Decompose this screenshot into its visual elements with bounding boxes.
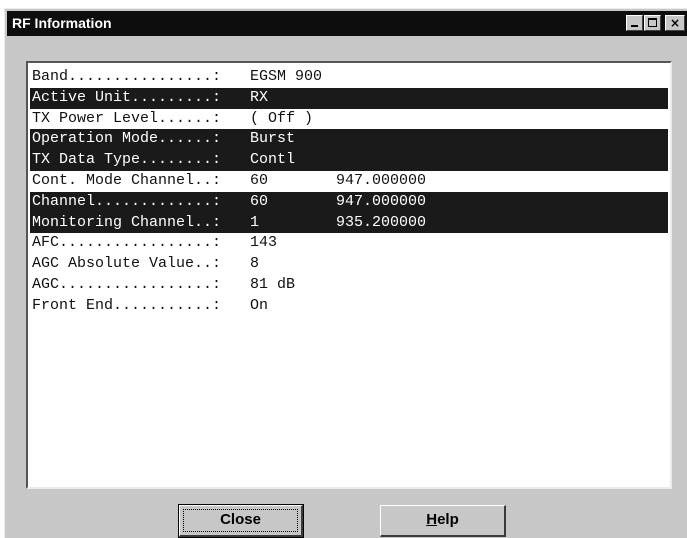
list-item[interactable]: AGC Absolute Value..: 8	[30, 254, 668, 275]
help-button-label: elp	[437, 511, 459, 528]
list-item-label: AGC Absolute Value..:	[32, 255, 222, 273]
list-item-label: Monitoring Channel..:	[32, 213, 222, 231]
list-item[interactable]: Cont. Mode Channel..: 60 947.000000	[30, 171, 668, 192]
list-item-value: 143	[250, 234, 278, 252]
window-title: RF Information	[12, 15, 112, 31]
close-icon: ×	[669, 16, 681, 30]
list-item-frequency: 935.200000	[336, 213, 427, 231]
maximize-icon	[648, 18, 657, 27]
title-bar[interactable]: RF Information ×	[7, 11, 687, 36]
list-item[interactable]: Active Unit.........: RX	[30, 87, 668, 109]
list-item-label: AGC.................:	[32, 275, 222, 293]
close-button[interactable]: Close	[178, 504, 304, 538]
focus-rectangle	[183, 509, 298, 532]
list-item-label: Operation Mode......:	[32, 130, 222, 148]
rf-info-rows: Band................: EGSM 900 Active Unit…	[30, 67, 668, 317]
list-item[interactable]: Monitoring Channel..: 1 935.200000	[30, 212, 668, 234]
list-item-value: EGSM 900	[250, 68, 323, 85]
list-item-label: TX Power Level......:	[32, 109, 222, 127]
maximize-button[interactable]	[644, 15, 661, 31]
list-item-label: AFC.................:	[32, 234, 222, 252]
list-item-label: Cont. Mode Channel..:	[32, 171, 222, 189]
list-item-value: 1	[250, 213, 260, 231]
list-item-frequency: 947.000000	[336, 192, 427, 210]
list-item-value: 60	[250, 171, 269, 189]
list-item[interactable]: AGC.................: 81 dB	[30, 275, 668, 296]
minimize-icon	[631, 25, 638, 27]
list-item[interactable]: TX Data Type........: Contl	[30, 150, 668, 171]
list-item-value: RX	[250, 88, 269, 106]
rf-info-list[interactable]: Band................: EGSM 900 Active Unit…	[26, 61, 672, 489]
list-item[interactable]: Operation Mode......: Burst	[30, 129, 668, 151]
list-item-value: 60	[250, 192, 269, 210]
rf-information-window: RF Information × Band................: EG…	[4, 8, 687, 538]
list-item-label: TX Data Type........:	[32, 151, 222, 169]
list-item[interactable]: Channel.............: 60 947.000000	[30, 191, 668, 213]
list-item-frequency: 947.000000	[336, 171, 427, 189]
list-item[interactable]: Front End...........: On	[30, 296, 668, 317]
close-window-button[interactable]: ×	[665, 15, 685, 31]
list-item-value: Contl	[250, 151, 296, 169]
list-item-value: On	[250, 296, 269, 314]
help-mnemonic: H	[426, 511, 438, 528]
list-item[interactable]: Band................: EGSM 900	[30, 67, 668, 88]
list-item-value: 81 dB	[250, 275, 296, 293]
minimize-button[interactable]	[626, 15, 643, 31]
list-item-label: Active Unit.........:	[32, 88, 222, 106]
list-item-label: Band................:	[32, 68, 222, 85]
list-item-value: Burst	[250, 130, 296, 148]
list-item[interactable]: TX Power Level......: ( Off )	[30, 109, 668, 130]
list-item-label: Front End...........:	[32, 296, 222, 314]
list-item-value: ( Off )	[250, 109, 314, 127]
list-item-value: 8	[250, 255, 260, 273]
list-item[interactable]: AFC.................: 143	[30, 233, 668, 254]
list-item-label: Channel.............:	[32, 192, 222, 210]
help-button[interactable]: Help	[380, 505, 506, 537]
